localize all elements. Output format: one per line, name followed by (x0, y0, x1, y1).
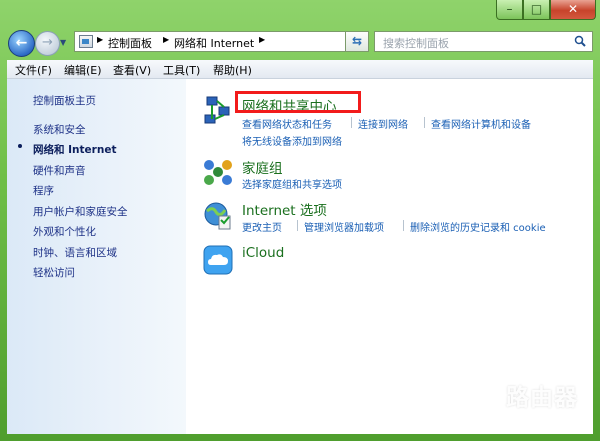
forward-button[interactable]: → (35, 31, 60, 56)
watermark-text: 路由器 (506, 385, 578, 411)
menu-edit[interactable]: 编辑(E) (64, 62, 102, 78)
watermark-subtext: luyouqi.com (510, 409, 572, 420)
sidebar-item-ease-of-access[interactable]: 轻松访问 (33, 265, 75, 280)
menu-view[interactable]: 查看(V) (113, 62, 151, 78)
sidebar-item-clock-region[interactable]: 时钟、语言和区域 (33, 245, 117, 260)
sidebar-item-programs[interactable]: 程序 (33, 183, 54, 198)
search-placeholder[interactable]: 搜索控制面板 (383, 35, 449, 51)
menu-bar: 文件(F) 编辑(E) 查看(V) 工具(T) 帮助(H) (7, 60, 593, 79)
breadcrumb-network-internet[interactable]: 网络和 Internet (174, 35, 254, 51)
category-homegroup-title[interactable]: 家庭组 (242, 157, 283, 177)
recent-pages-dropdown-icon[interactable]: ▼ (60, 38, 70, 48)
task-add-wireless-device[interactable]: 将无线设备添加到网络 (242, 133, 342, 148)
category-icloud-title[interactable]: iCloud (242, 245, 284, 261)
breadcrumb-control-panel[interactable]: 控制面板 (108, 35, 152, 51)
sidebar-item-hardware-sound[interactable]: 硬件和声音 (33, 163, 86, 178)
task-separator (351, 117, 352, 128)
icloud-icon[interactable] (203, 245, 233, 275)
task-connect-network[interactable]: 连接到网络 (358, 116, 408, 131)
maximize-button[interactable]: □ (523, 0, 550, 20)
watermark: 路由器 luyouqi.com (458, 378, 598, 430)
menu-file[interactable]: 文件(F) (15, 62, 52, 78)
task-manage-addons[interactable]: 管理浏览器加载项 (304, 219, 384, 234)
back-button[interactable]: ← (8, 30, 35, 57)
sidebar: 控制面板主页 系统和安全 网络和 Internet 硬件和声音 程序 用户帐户和… (7, 79, 186, 434)
task-separator (297, 220, 298, 231)
breadcrumb-separator-icon[interactable]: ▶ (163, 35, 169, 44)
task-view-network-status[interactable]: 查看网络状态和任务 (242, 116, 332, 131)
breadcrumb-separator-icon[interactable]: ▶ (97, 35, 103, 44)
task-homegroup-sharing[interactable]: 选择家庭组和共享选项 (242, 176, 342, 191)
sidebar-item-appearance[interactable]: 外观和个性化 (33, 224, 96, 239)
sidebar-item-home[interactable]: 控制面板主页 (33, 93, 96, 108)
task-change-homepage[interactable]: 更改主页 (242, 219, 282, 234)
window-frame: – □ ✕ ← → ▼ ▶ 控制面板 ▶ 网络和 Internet ▶ ▼ ⇆ … (0, 0, 600, 441)
control-panel-icon (79, 35, 93, 48)
task-separator (403, 220, 404, 231)
homegroup-icon[interactable] (203, 157, 233, 187)
highlight-box (235, 91, 361, 113)
menu-help[interactable]: 帮助(H) (213, 62, 252, 78)
close-button[interactable]: ✕ (550, 0, 596, 20)
sidebar-item-user-accounts[interactable]: 用户帐户和家庭安全 (33, 204, 128, 219)
refresh-button[interactable]: ⇆ (345, 31, 369, 52)
current-item-bullet-icon (18, 144, 22, 148)
category-internet-options-title[interactable]: Internet 选项 (242, 199, 327, 219)
internet-options-icon[interactable] (203, 200, 233, 230)
menu-tools[interactable]: 工具(T) (163, 62, 200, 78)
sidebar-item-network-internet: 网络和 Internet (33, 144, 117, 156)
address-bar[interactable]: ▶ 控制面板 ▶ 网络和 Internet ▶ ▼ (74, 31, 365, 52)
breadcrumb-separator-icon[interactable]: ▶ (259, 35, 265, 44)
task-separator (424, 117, 425, 128)
sidebar-item-system-security[interactable]: 系统和安全 (33, 122, 86, 137)
search-box[interactable]: 搜索控制面板 (374, 31, 593, 52)
search-icon[interactable] (574, 35, 586, 47)
task-delete-history-cookies[interactable]: 删除浏览的历史记录和 cookie (410, 219, 546, 234)
task-view-computers-devices[interactable]: 查看网络计算机和设备 (431, 116, 531, 131)
router-logo-icon (459, 379, 501, 421)
network-center-icon[interactable] (203, 95, 233, 125)
minimize-button[interactable]: – (496, 0, 523, 20)
